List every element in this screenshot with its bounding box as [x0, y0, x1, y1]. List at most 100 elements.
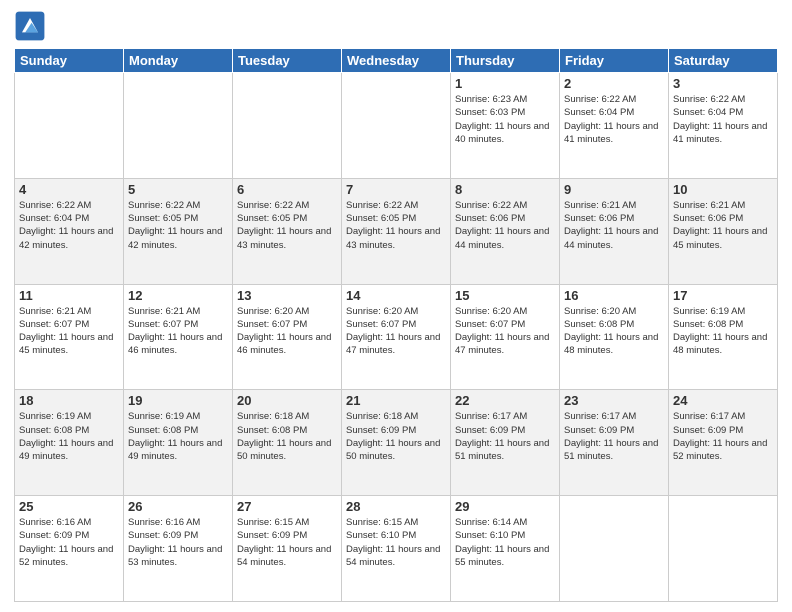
calendar-header-wednesday: Wednesday [342, 49, 451, 73]
calendar-cell [560, 496, 669, 602]
calendar-header-monday: Monday [124, 49, 233, 73]
day-number: 5 [128, 182, 228, 197]
day-number: 2 [564, 76, 664, 91]
calendar-week-3: 11 Sunrise: 6:21 AM Sunset: 6:07 PM Dayli… [15, 284, 778, 390]
header [14, 10, 778, 42]
day-number: 22 [455, 393, 555, 408]
day-info: Sunrise: 6:19 AM Sunset: 6:08 PM Dayligh… [128, 410, 228, 463]
day-number: 28 [346, 499, 446, 514]
day-number: 1 [455, 76, 555, 91]
day-info: Sunrise: 6:22 AM Sunset: 6:04 PM Dayligh… [19, 199, 119, 252]
calendar-header-tuesday: Tuesday [233, 49, 342, 73]
calendar-cell: 29 Sunrise: 6:14 AM Sunset: 6:10 PM Dayli… [451, 496, 560, 602]
day-number: 6 [237, 182, 337, 197]
calendar-cell: 7 Sunrise: 6:22 AM Sunset: 6:05 PM Daylig… [342, 178, 451, 284]
calendar-cell: 22 Sunrise: 6:17 AM Sunset: 6:09 PM Dayli… [451, 390, 560, 496]
day-info: Sunrise: 6:22 AM Sunset: 6:05 PM Dayligh… [237, 199, 337, 252]
day-number: 4 [19, 182, 119, 197]
calendar-cell: 5Sunrise: 6:22 AM Sunset: 6:05 PM Daylig… [124, 178, 233, 284]
day-info: Sunrise: 6:20 AM Sunset: 6:07 PM Dayligh… [237, 305, 337, 358]
day-number: 3 [673, 76, 773, 91]
day-info: Sunrise: 6:17 AM Sunset: 6:09 PM Dayligh… [455, 410, 555, 463]
day-info: Sunrise: 6:22 AM Sunset: 6:04 PM Dayligh… [673, 93, 773, 146]
calendar-cell: 21 Sunrise: 6:18 AM Sunset: 6:09 PM Dayli… [342, 390, 451, 496]
day-number: 29 [455, 499, 555, 514]
page: SundayMondayTuesdayWednesdayThursdayFrid… [0, 0, 792, 612]
calendar-cell: 8 Sunrise: 6:22 AM Sunset: 6:06 PM Daylig… [451, 178, 560, 284]
day-info: Sunrise: 6:21 AM Sunset: 6:07 PM Dayligh… [128, 305, 228, 358]
calendar-cell: 25 Sunrise: 6:16 AM Sunset: 6:09 PM Dayli… [15, 496, 124, 602]
calendar-header-row: SundayMondayTuesdayWednesdayThursdayFrid… [15, 49, 778, 73]
day-number: 11 [19, 288, 119, 303]
calendar-cell: 24 Sunrise: 6:17 AM Sunset: 6:09 PM Dayli… [669, 390, 778, 496]
calendar-cell: 9 Sunrise: 6:21 AM Sunset: 6:06 PM Daylig… [560, 178, 669, 284]
day-info: Sunrise: 6:20 AM Sunset: 6:07 PM Dayligh… [455, 305, 555, 358]
day-info: Sunrise: 6:19 AM Sunset: 6:08 PM Dayligh… [19, 410, 119, 463]
day-info: Sunrise: 6:22 AM Sunset: 6:04 PM Dayligh… [564, 93, 664, 146]
calendar-cell: 17 Sunrise: 6:19 AM Sunset: 6:08 PM Dayli… [669, 284, 778, 390]
day-number: 23 [564, 393, 664, 408]
calendar-header-saturday: Saturday [669, 49, 778, 73]
day-number: 17 [673, 288, 773, 303]
day-number: 26 [128, 499, 228, 514]
day-number: 24 [673, 393, 773, 408]
day-info: Sunrise: 6:21 AM Sunset: 6:07 PM Dayligh… [19, 305, 119, 358]
day-info: Sunrise: 6:23 AM Sunset: 6:03 PM Dayligh… [455, 93, 555, 146]
calendar-cell: 28 Sunrise: 6:15 AM Sunset: 6:10 PM Dayli… [342, 496, 451, 602]
day-number: 19 [128, 393, 228, 408]
calendar-week-1: 1 Sunrise: 6:23 AM Sunset: 6:03 PM Daylig… [15, 73, 778, 179]
day-number: 8 [455, 182, 555, 197]
day-info: Sunrise: 6:22 AM Sunset: 6:05 PM Dayligh… [346, 199, 446, 252]
calendar-cell [669, 496, 778, 602]
calendar-cell: 13 Sunrise: 6:20 AM Sunset: 6:07 PM Dayli… [233, 284, 342, 390]
logo [14, 10, 50, 42]
day-info: Sunrise: 6:16 AM Sunset: 6:09 PM Dayligh… [19, 516, 119, 569]
day-info: Sunrise: 6:21 AM Sunset: 6:06 PM Dayligh… [564, 199, 664, 252]
calendar-cell: 26 Sunrise: 6:16 AM Sunset: 6:09 PM Dayli… [124, 496, 233, 602]
calendar-cell: 4 Sunrise: 6:22 AM Sunset: 6:04 PM Daylig… [15, 178, 124, 284]
day-info: Sunrise: 6:15 AM Sunset: 6:10 PM Dayligh… [346, 516, 446, 569]
calendar-cell: 2 Sunrise: 6:22 AM Sunset: 6:04 PM Daylig… [560, 73, 669, 179]
day-info: Sunrise: 6:18 AM Sunset: 6:08 PM Dayligh… [237, 410, 337, 463]
calendar-cell: 3 Sunrise: 6:22 AM Sunset: 6:04 PM Daylig… [669, 73, 778, 179]
day-info: Sunrise: 6:14 AM Sunset: 6:10 PM Dayligh… [455, 516, 555, 569]
day-info: Sunrise: 6:19 AM Sunset: 6:08 PM Dayligh… [673, 305, 773, 358]
day-info: Sunrise: 6:17 AM Sunset: 6:09 PM Dayligh… [673, 410, 773, 463]
logo-icon [14, 10, 46, 42]
day-info: Sunrise: 6:20 AM Sunset: 6:07 PM Dayligh… [346, 305, 446, 358]
calendar-week-2: 4 Sunrise: 6:22 AM Sunset: 6:04 PM Daylig… [15, 178, 778, 284]
calendar-cell [15, 73, 124, 179]
day-number: 7 [346, 182, 446, 197]
day-number: 21 [346, 393, 446, 408]
calendar-cell [342, 73, 451, 179]
day-info: Sunrise: 6:18 AM Sunset: 6:09 PM Dayligh… [346, 410, 446, 463]
calendar-cell: 19 Sunrise: 6:19 AM Sunset: 6:08 PM Dayli… [124, 390, 233, 496]
calendar-cell: 1 Sunrise: 6:23 AM Sunset: 6:03 PM Daylig… [451, 73, 560, 179]
calendar-cell [233, 73, 342, 179]
day-info: Sunrise: 6:16 AM Sunset: 6:09 PM Dayligh… [128, 516, 228, 569]
day-info: Sunrise: 6:21 AM Sunset: 6:06 PM Dayligh… [673, 199, 773, 252]
calendar-cell [124, 73, 233, 179]
day-info: Sunrise: 6:20 AM Sunset: 6:08 PM Dayligh… [564, 305, 664, 358]
calendar-week-5: 25 Sunrise: 6:16 AM Sunset: 6:09 PM Dayli… [15, 496, 778, 602]
day-number: 13 [237, 288, 337, 303]
day-number: 12 [128, 288, 228, 303]
calendar-cell: 15 Sunrise: 6:20 AM Sunset: 6:07 PM Dayli… [451, 284, 560, 390]
day-number: 25 [19, 499, 119, 514]
calendar-cell: 11 Sunrise: 6:21 AM Sunset: 6:07 PM Dayli… [15, 284, 124, 390]
day-number: 18 [19, 393, 119, 408]
day-number: 14 [346, 288, 446, 303]
day-number: 9 [564, 182, 664, 197]
calendar-header-sunday: Sunday [15, 49, 124, 73]
calendar: SundayMondayTuesdayWednesdayThursdayFrid… [14, 48, 778, 602]
calendar-cell: 12 Sunrise: 6:21 AM Sunset: 6:07 PM Dayli… [124, 284, 233, 390]
calendar-cell: 10Sunrise: 6:21 AM Sunset: 6:06 PM Dayli… [669, 178, 778, 284]
calendar-week-4: 18 Sunrise: 6:19 AM Sunset: 6:08 PM Dayli… [15, 390, 778, 496]
day-number: 20 [237, 393, 337, 408]
day-info: Sunrise: 6:22 AM Sunset: 6:06 PM Dayligh… [455, 199, 555, 252]
calendar-cell: 20 Sunrise: 6:18 AM Sunset: 6:08 PM Dayli… [233, 390, 342, 496]
day-number: 15 [455, 288, 555, 303]
calendar-cell: 14 Sunrise: 6:20 AM Sunset: 6:07 PM Dayli… [342, 284, 451, 390]
calendar-cell: 18 Sunrise: 6:19 AM Sunset: 6:08 PM Dayli… [15, 390, 124, 496]
calendar-header-friday: Friday [560, 49, 669, 73]
